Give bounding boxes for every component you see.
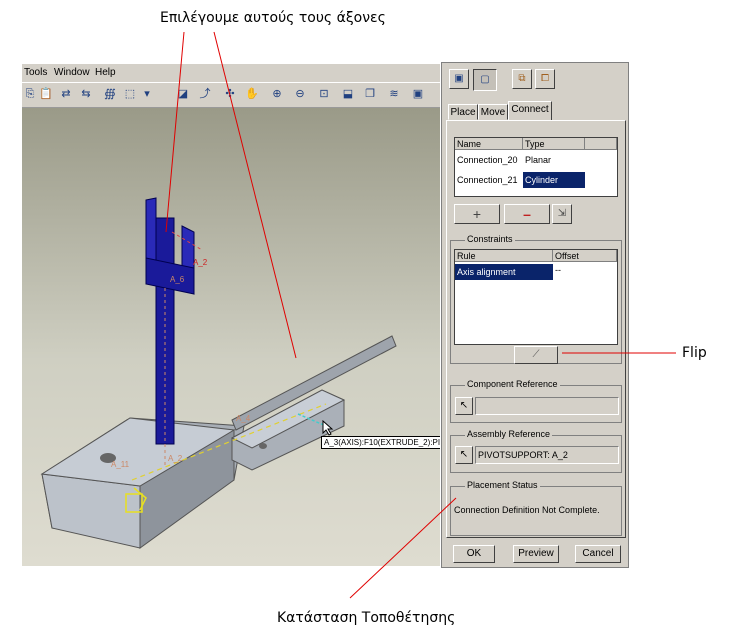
annotation-flip: Flip bbox=[682, 345, 707, 361]
datum-label: A_4 bbox=[236, 414, 251, 423]
tab-move[interactable]: Move bbox=[478, 104, 508, 120]
zoom-fit-icon[interactable]: ⊡ bbox=[316, 86, 332, 102]
flip-button[interactable]: ⟋ bbox=[514, 346, 558, 364]
annotation-bottom: Κατάσταση Τοποθέτησης bbox=[277, 610, 456, 626]
constraints-list[interactable]: Rule Offset Axis alignment -- bbox=[454, 249, 618, 345]
connection-name[interactable]: Connection_21 bbox=[455, 172, 523, 188]
column-header-type: Type bbox=[523, 138, 585, 150]
tab-connect[interactable]: Connect bbox=[508, 101, 552, 121]
paste-icon[interactable]: 📋 bbox=[38, 86, 54, 102]
window-icon-button[interactable]: ▢ bbox=[473, 69, 497, 91]
column-header-filler bbox=[585, 138, 617, 150]
layers-icon[interactable]: ≋ bbox=[386, 86, 402, 102]
menu-window[interactable]: Window bbox=[54, 67, 90, 78]
constraint-rule[interactable]: Axis alignment bbox=[455, 264, 553, 280]
pan-icon[interactable]: ✋ bbox=[244, 86, 260, 102]
datum-label: A_6 bbox=[170, 275, 185, 284]
saved-views-icon[interactable]: ❐ bbox=[362, 86, 378, 102]
component-reference-label: Component Reference bbox=[465, 379, 560, 389]
assembly-reference-field[interactable]: PIVOTSUPPORT: A_2 bbox=[475, 446, 619, 464]
menu-tools[interactable]: Tools bbox=[24, 67, 47, 78]
model-drawing bbox=[40, 197, 397, 549]
datum-label: A_11 bbox=[111, 460, 130, 469]
menu-help[interactable]: Help bbox=[95, 67, 116, 78]
tab-place[interactable]: Place bbox=[448, 104, 478, 120]
constraint-offset[interactable]: -- bbox=[553, 262, 617, 278]
find-icon[interactable]: ∰ bbox=[102, 86, 118, 102]
tooltip: A_3(AXIS):F10(EXTRUDE_2):PIVOTBLOCK bbox=[321, 436, 440, 449]
constraints-label: Constraints bbox=[465, 234, 515, 244]
swap-button[interactable]: ⇲ bbox=[552, 204, 572, 224]
zoom-in-icon[interactable]: ⊕ bbox=[269, 86, 285, 102]
regen-manager-icon[interactable]: ⇆ bbox=[78, 86, 94, 102]
zoom-out-icon[interactable]: ⊖ bbox=[292, 86, 308, 102]
cursor-icon bbox=[322, 420, 334, 436]
datum-label: A_2 bbox=[193, 258, 208, 267]
datum-icon[interactable]: ⤴ bbox=[197, 86, 213, 102]
assembly-reference-label: Assembly Reference bbox=[465, 429, 553, 439]
placement-status-label: Placement Status bbox=[465, 480, 540, 490]
preview-button[interactable]: Preview bbox=[513, 545, 559, 563]
column-header-offset: Offset bbox=[553, 250, 617, 262]
connections-list[interactable]: Name Type Connection_20 Planar Connectio… bbox=[454, 137, 618, 197]
model-viewport[interactable]: A_2 A_6 A_2 A_4 A_11 A_3(AXIS):F10(EXTRU… bbox=[22, 108, 440, 566]
assembly-select-arrow-button[interactable]: ↖ bbox=[455, 446, 473, 464]
ok-button[interactable]: OK bbox=[453, 545, 495, 563]
annotation-top: Επιλέγουμε αυτούς τους άξονες bbox=[160, 10, 386, 26]
open-icon-button[interactable]: ⧠ bbox=[535, 69, 555, 89]
remove-connection-button[interactable]: – bbox=[504, 204, 550, 224]
cancel-button[interactable]: Cancel bbox=[575, 545, 621, 563]
column-header-name: Name bbox=[455, 138, 523, 150]
component-select-arrow-button[interactable]: ↖ bbox=[455, 397, 473, 415]
regenerate-icon[interactable]: ⇄ bbox=[58, 86, 74, 102]
connection-type[interactable]: Planar bbox=[523, 152, 585, 168]
cad-window: Tools Window Help ⎘ 📋 ⇄ ⇆ ∰ ⬚ ▾ ◪ ⤴ ✣ ✋ … bbox=[22, 64, 440, 566]
datum-label: A_2 bbox=[168, 454, 183, 463]
placement-status-text: Connection Definition Not Complete. bbox=[454, 505, 600, 515]
add-connection-button[interactable]: + bbox=[454, 204, 500, 224]
copy-icon[interactable]: ⎘ bbox=[22, 86, 38, 102]
component-placement-dialog: ▣ ▢ ⧉ ⧠ Place Move Connect Name Type Con… bbox=[441, 62, 629, 568]
refit-icon[interactable]: ✣ bbox=[222, 86, 238, 102]
toolbar: ⎘ 📋 ⇄ ⇆ ∰ ⬚ ▾ ◪ ⤴ ✣ ✋ ⊕ ⊖ ⊡ ⬓ ❐ ≋ ▣ bbox=[22, 83, 440, 108]
column-header-rule: Rule bbox=[455, 250, 553, 262]
sketch-icon[interactable]: ◪ bbox=[175, 86, 191, 102]
package-icon-button[interactable]: ⧉ bbox=[512, 69, 532, 89]
orient-icon[interactable]: ⬓ bbox=[340, 86, 356, 102]
view-icon-button[interactable]: ▣ bbox=[449, 69, 469, 89]
component-reference-field[interactable] bbox=[475, 397, 619, 415]
select-box-icon[interactable]: ⬚ bbox=[122, 86, 138, 102]
display-icon[interactable]: ▣ bbox=[410, 86, 426, 102]
connection-type[interactable]: Cylinder bbox=[523, 172, 585, 188]
connection-name[interactable]: Connection_20 bbox=[455, 152, 523, 168]
dropdown-icon[interactable]: ▾ bbox=[139, 86, 155, 102]
menu-bar: Tools Window Help bbox=[22, 64, 440, 82]
